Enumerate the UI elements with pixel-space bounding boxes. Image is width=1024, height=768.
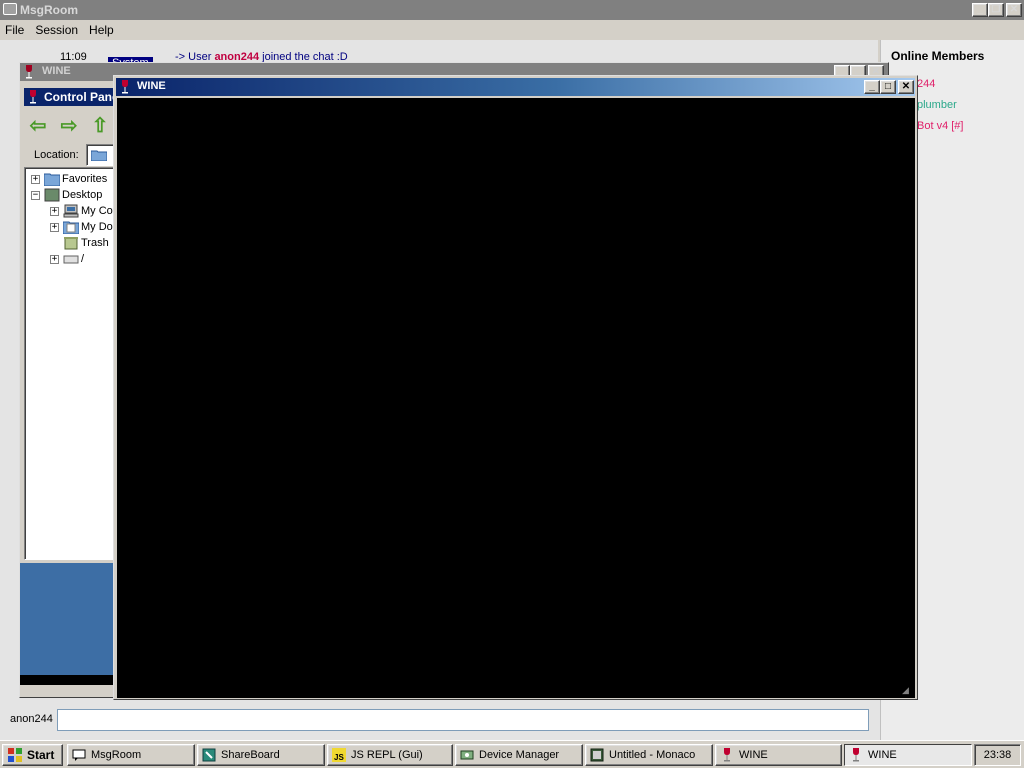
message-input-row: anon244 — [0, 700, 880, 740]
tree-item-desktop[interactable]: − Desktop — [31, 188, 102, 202]
expand-icon[interactable]: + — [50, 254, 59, 264]
svg-text:JS: JS — [334, 753, 344, 762]
menu-bar: File Session Help — [0, 20, 1024, 40]
task-label: WINE — [868, 749, 897, 761]
forward-arrow-icon[interactable]: ⇨ — [58, 115, 80, 137]
task-label: MsgRoom — [91, 749, 142, 761]
task-msgroom[interactable]: MsgRoom — [67, 744, 195, 766]
chat-icon — [72, 749, 86, 761]
folder-icon — [91, 150, 107, 161]
message-input[interactable] — [57, 709, 869, 731]
expand-icon[interactable]: + — [50, 206, 59, 216]
maximize-button[interactable]: □ — [880, 80, 896, 94]
tree-item-favorites[interactable]: + Favorites — [31, 172, 107, 186]
menu-file[interactable]: File — [0, 23, 30, 37]
tree-item-my-computer[interactable]: + My Computer — [50, 204, 119, 218]
tree-item-root[interactable]: + / — [50, 252, 84, 266]
msgroom-title: MsgRoom — [20, 3, 78, 17]
back-arrow-icon[interactable]: ⇦ — [27, 115, 49, 137]
wine-icon — [122, 80, 128, 94]
task-wine-2[interactable]: WINE — [844, 744, 972, 766]
wine-icon — [853, 748, 859, 762]
location-label: Location: — [34, 149, 79, 161]
minimize-button[interactable]: _ — [864, 80, 880, 94]
trash-icon — [64, 237, 78, 250]
wine-front-titlebar[interactable]: WINE _ □ ✕ — [116, 78, 915, 96]
wine-window-front[interactable]: WINE _ □ ✕ ◢ — [113, 75, 918, 700]
input-username: anon244 — [10, 713, 53, 725]
member-item[interactable]: plumber — [917, 99, 957, 111]
task-monaco[interactable]: Untitled - Monaco — [585, 744, 713, 766]
member-item[interactable]: Bot v4 [#] — [917, 120, 963, 132]
task-js-repl[interactable]: JS JS REPL (Gui) — [327, 744, 453, 766]
tree-label: Trash — [81, 237, 109, 249]
document-icon — [590, 748, 604, 762]
up-arrow-icon[interactable]: ⇧ — [89, 115, 111, 137]
tree-label: Favorites — [62, 173, 108, 185]
members-heading: Online Members — [891, 49, 985, 63]
task-label: Device Manager — [479, 749, 560, 761]
board-icon — [202, 748, 216, 762]
restore-button[interactable]: ❐ — [988, 3, 1004, 17]
computer-icon — [63, 204, 79, 218]
task-label: ShareBoard — [221, 749, 280, 761]
desktop-icon — [44, 188, 60, 202]
start-label: Start — [27, 748, 55, 762]
expand-icon[interactable]: + — [50, 222, 59, 232]
collapse-icon[interactable]: − — [31, 190, 40, 200]
start-button[interactable]: Start — [2, 744, 63, 766]
location-field[interactable] — [86, 144, 116, 166]
wine-client-area[interactable] — [117, 98, 915, 698]
tree-label: / — [81, 253, 85, 265]
wine-icon — [30, 90, 36, 104]
resize-grip-icon[interactable]: ◢ — [902, 685, 909, 696]
content-panel — [20, 563, 118, 685]
device-icon — [460, 750, 474, 760]
wine-icon — [724, 748, 730, 762]
task-label: WINE — [739, 749, 768, 761]
chat-icon — [3, 3, 17, 15]
tree-label: Desktop — [62, 189, 103, 201]
member-item[interactable]: 244 — [917, 78, 935, 90]
js-icon: JS — [332, 748, 346, 762]
folder-tree[interactable]: + Favorites − Desktop + My Computer + My… — [24, 167, 120, 560]
tree-item-trash[interactable]: Trash — [63, 236, 109, 250]
task-device-manager[interactable]: Device Manager — [455, 744, 583, 766]
expand-icon[interactable]: + — [31, 174, 40, 184]
start-logo-icon — [8, 748, 22, 762]
close-button[interactable]: ✕ — [1006, 3, 1022, 17]
minimize-button[interactable]: _ — [972, 3, 988, 17]
drive-icon — [63, 255, 79, 264]
wine-icon — [26, 65, 32, 79]
task-wine-1[interactable]: WINE — [715, 744, 842, 766]
menu-session[interactable]: Session — [30, 23, 84, 37]
folder-icon — [44, 173, 60, 186]
msgroom-titlebar[interactable]: MsgRoom _ ❐ ✕ — [0, 0, 1024, 20]
documents-icon — [63, 221, 79, 234]
wine-back-title: WINE — [42, 65, 71, 77]
menu-help[interactable]: Help — [84, 23, 120, 37]
wine-front-title: WINE — [137, 80, 166, 92]
task-shareboard[interactable]: ShareBoard — [197, 744, 325, 766]
taskbar: Start MsgRoom ShareBoard JS JS REPL (Gui… — [0, 740, 1024, 768]
task-label: Untitled - Monaco — [609, 749, 696, 761]
clock: 23:38 — [974, 744, 1021, 766]
close-button[interactable]: ✕ — [898, 80, 914, 94]
task-label: JS REPL (Gui) — [351, 749, 423, 761]
tree-item-my-documents[interactable]: + My Documents — [50, 220, 119, 234]
control-panel-title: Control Panel — [24, 88, 124, 106]
